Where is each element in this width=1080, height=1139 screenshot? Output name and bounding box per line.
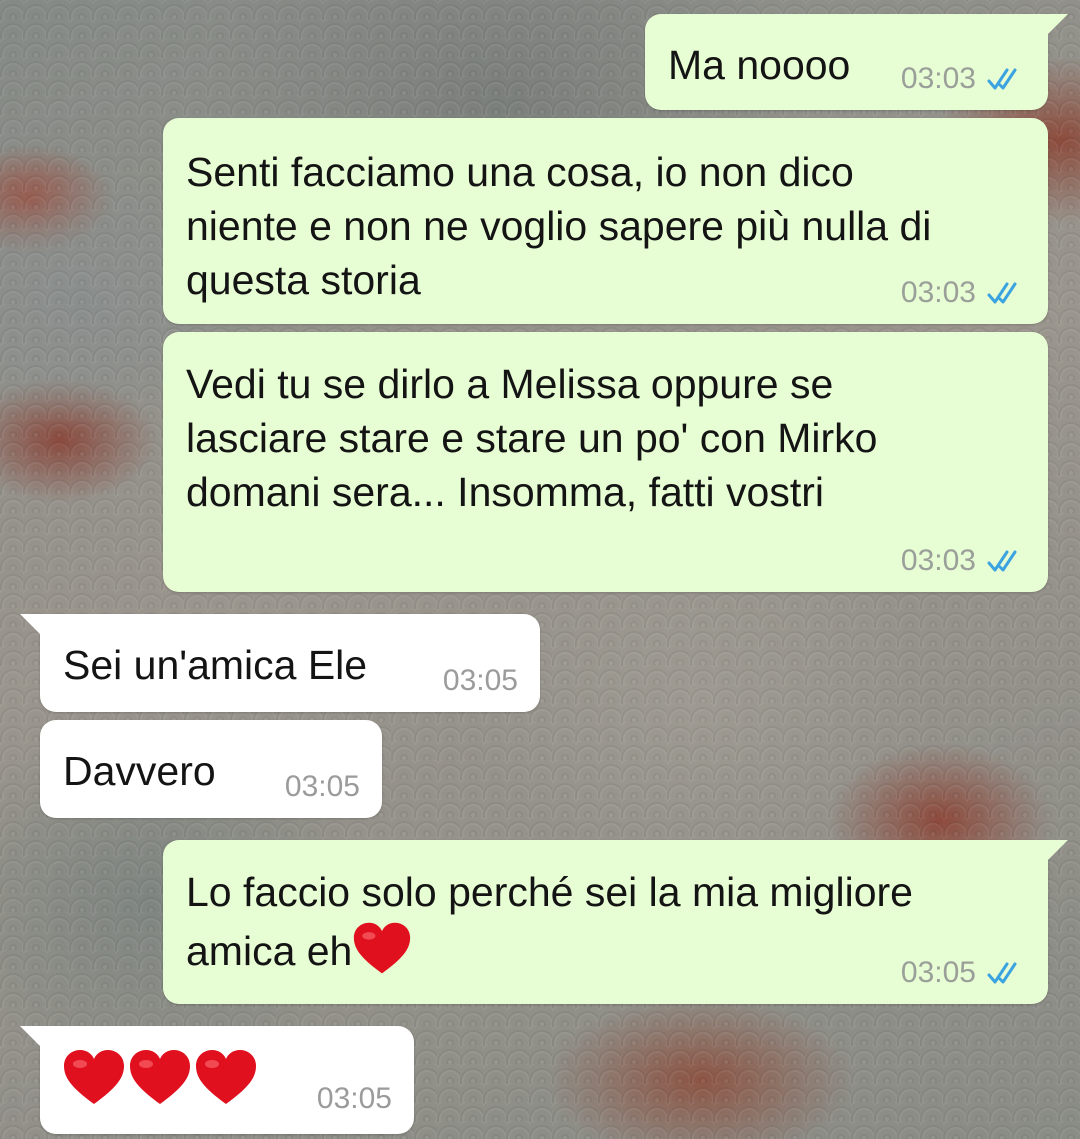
red-heart-icon <box>354 922 411 974</box>
message-meta: 03:05 <box>285 770 360 804</box>
outgoing-message[interactable]: Senti facciamo una cosa, io non dico nie… <box>163 118 1048 324</box>
outgoing-message[interactable]: Vedi tu se dirlo a Melissa oppure se las… <box>163 332 1048 592</box>
message-time: 03:05 <box>284 770 360 803</box>
message-time: 03:03 <box>900 276 976 309</box>
message-time: 03:03 <box>900 544 976 577</box>
message-time: 03:05 <box>442 664 518 697</box>
message-time: 03:03 <box>900 62 976 95</box>
message-text-line: Lo faccio solo perché sei la mia miglior… <box>186 869 913 915</box>
double-check-icon <box>987 282 1017 304</box>
message-time: 03:05 <box>316 1082 392 1115</box>
message-meta: 03:03 <box>901 276 1026 310</box>
red-heart-icon <box>64 1050 124 1104</box>
red-heart-icon <box>130 1050 190 1104</box>
message-meta: 03:05 <box>901 956 1026 990</box>
incoming-message[interactable]: Sei un'amica Ele 03:05 <box>20 614 540 712</box>
message-meta: 03:03 <box>901 544 1026 578</box>
message-text: Vedi tu se dirlo a Melissa oppure se las… <box>186 361 878 515</box>
message-meta: 03:03 <box>901 62 1026 96</box>
red-heart-icon <box>196 1050 256 1104</box>
outgoing-message[interactable]: Ma noooo 03:03 <box>645 14 1068 110</box>
message-meta: 03:05 <box>443 664 518 698</box>
message-text-line: amica eh <box>186 928 353 974</box>
double-check-icon <box>987 68 1017 90</box>
message-time: 03:05 <box>900 956 976 989</box>
outgoing-message[interactable]: Lo faccio solo perché sei la mia miglior… <box>163 840 1068 1004</box>
double-check-icon <box>987 962 1017 984</box>
incoming-message[interactable]: 03:05 <box>20 1026 414 1134</box>
message-meta: 03:05 <box>317 1082 392 1116</box>
incoming-message[interactable]: Davvero 03:05 <box>40 720 382 818</box>
double-check-icon <box>987 550 1017 572</box>
